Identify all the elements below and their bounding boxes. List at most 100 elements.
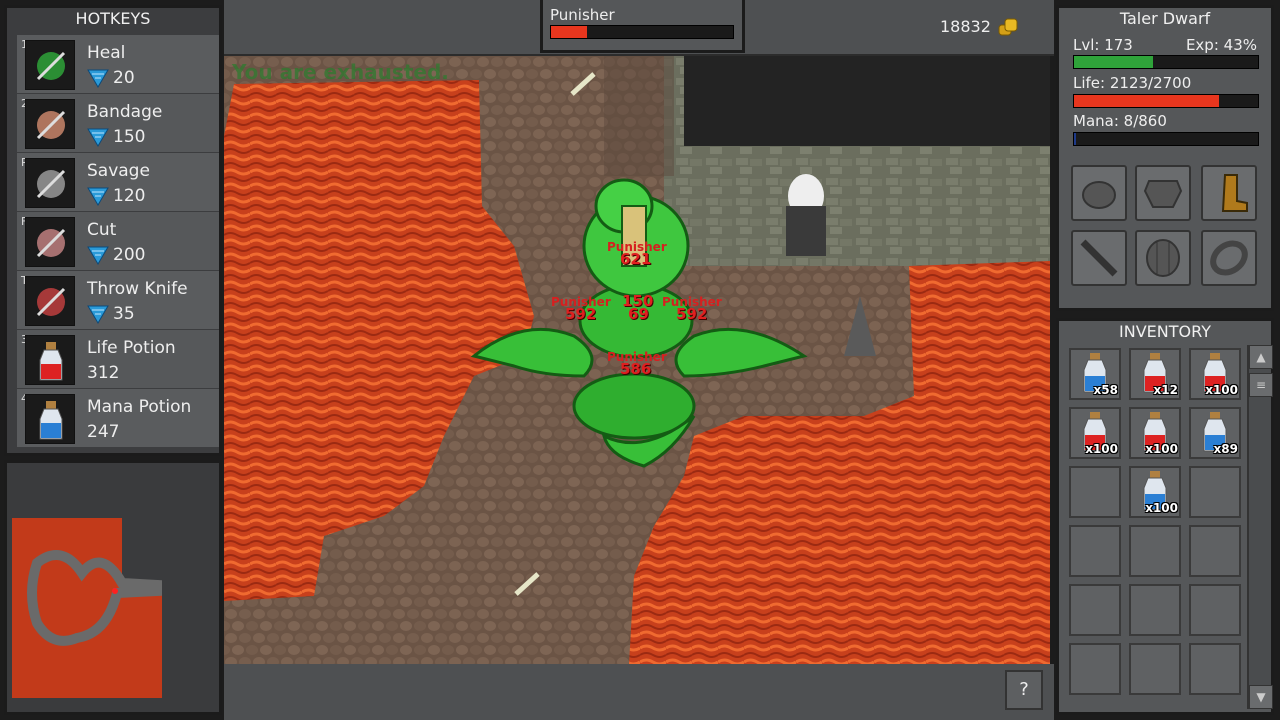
inventory-slot[interactable]: x12 bbox=[1129, 348, 1181, 400]
inventory-slot[interactable] bbox=[1129, 643, 1181, 695]
hotkeys-title: HOTKEYS bbox=[75, 9, 151, 28]
hotkey-cost-value: 120 bbox=[113, 186, 146, 206]
item-quantity: x58 bbox=[1093, 383, 1118, 397]
shield-slot[interactable] bbox=[1135, 230, 1191, 286]
minimap[interactable] bbox=[4, 460, 222, 715]
mana-gem-icon bbox=[87, 69, 109, 88]
hotkey-heal[interactable]: 1 Heal 20 bbox=[17, 35, 219, 94]
sword-icon bbox=[1080, 239, 1118, 277]
inventory-slot[interactable] bbox=[1189, 643, 1241, 695]
hotkey-cost: 120 bbox=[87, 186, 145, 206]
ring-icon bbox=[1210, 240, 1248, 276]
hotkey-cost-value: 35 bbox=[113, 304, 135, 324]
hotkey-label: Heal bbox=[87, 43, 126, 63]
life-bar bbox=[1073, 94, 1259, 108]
hotkey-cost-value: 150 bbox=[113, 127, 146, 147]
weapon-slot[interactable] bbox=[1071, 230, 1127, 286]
hotkey-label: Throw Knife bbox=[87, 279, 188, 299]
damage-number: 69 bbox=[628, 305, 649, 323]
life-bar-fill bbox=[1074, 95, 1219, 107]
armor-slot[interactable] bbox=[1135, 165, 1191, 221]
inventory-slot[interactable]: x100 bbox=[1189, 348, 1241, 400]
hotkeys-panel: HOTKEYS 1 Heal 20 2 Bandage 150 R Savage… bbox=[4, 5, 222, 456]
item-quantity: x12 bbox=[1153, 383, 1178, 397]
throw-knife-icon bbox=[25, 276, 75, 326]
mana-gem-icon bbox=[87, 187, 109, 206]
inventory-slot[interactable] bbox=[1069, 525, 1121, 577]
inventory-slot[interactable]: x100 bbox=[1129, 407, 1181, 459]
hotkey-throw-knife[interactable]: T Throw Knife 35 bbox=[17, 271, 219, 330]
hotkey-bandage[interactable]: 2 Bandage 150 bbox=[17, 94, 219, 153]
inventory-slot[interactable] bbox=[1129, 584, 1181, 636]
helmet-slot[interactable] bbox=[1071, 165, 1127, 221]
minimap-render bbox=[12, 518, 162, 698]
gold-amount: 18832 bbox=[940, 16, 991, 36]
target-frame[interactable]: Punisher bbox=[540, 0, 745, 53]
ring-slot[interactable] bbox=[1201, 230, 1257, 286]
inventory-slot[interactable]: x100 bbox=[1129, 466, 1181, 518]
item-quantity: x100 bbox=[1085, 442, 1118, 456]
hotkey-label: Cut bbox=[87, 220, 117, 240]
hotkey-label: Mana Potion bbox=[87, 397, 192, 417]
hotkey-cost: 20 bbox=[87, 68, 135, 88]
hotkey-mana-potion[interactable]: 4 Mana Potion 247 bbox=[17, 389, 219, 448]
item-quantity: x100 bbox=[1205, 383, 1238, 397]
item-quantity: x100 bbox=[1145, 501, 1178, 515]
help-button[interactable]: ? bbox=[1005, 670, 1043, 710]
inventory-slot[interactable] bbox=[1189, 466, 1241, 518]
hotkey-cost: 312 bbox=[87, 363, 119, 383]
inventory-slot[interactable]: x89 bbox=[1189, 407, 1241, 459]
hotkey-cost-value: 20 bbox=[113, 68, 135, 88]
scroll-down-button[interactable]: ▼ bbox=[1249, 685, 1273, 709]
bottom-bar bbox=[224, 664, 1054, 720]
gold-counter: 18832 bbox=[940, 15, 1019, 37]
inventory-slot[interactable] bbox=[1069, 643, 1121, 695]
damage-number: 592 bbox=[676, 305, 708, 323]
character-panel: Taler Dwarf Lvl: 173 Exp: 43% Life: 2123… bbox=[1056, 5, 1274, 311]
status-message: You are exhausted. bbox=[232, 60, 449, 84]
exp-label: Exp: 43% bbox=[1185, 36, 1257, 54]
shield-icon bbox=[1146, 239, 1180, 277]
inventory-slot[interactable] bbox=[1069, 584, 1121, 636]
inventory-slot[interactable]: x100 bbox=[1069, 407, 1121, 459]
scroll-thumb[interactable]: ≡ bbox=[1249, 373, 1273, 397]
hotkey-cost: 35 bbox=[87, 304, 135, 324]
boots-icon bbox=[1221, 174, 1248, 212]
hotkey-savage[interactable]: R Savage 120 bbox=[17, 153, 219, 212]
hotkey-cost-value: 312 bbox=[87, 363, 120, 383]
mana-bar bbox=[1073, 132, 1259, 146]
damage-number: 592 bbox=[565, 305, 597, 323]
mana-gem-icon bbox=[87, 305, 109, 324]
life-potion-icon bbox=[25, 335, 75, 385]
helmet-icon bbox=[1082, 181, 1116, 209]
boots-slot[interactable] bbox=[1201, 165, 1257, 221]
hotkey-label: Savage bbox=[87, 161, 150, 181]
heal-icon bbox=[25, 40, 75, 90]
life-label: Life: 2123/2700 bbox=[1073, 74, 1192, 92]
mana-gem-icon bbox=[87, 246, 109, 265]
target-name: Punisher bbox=[550, 6, 615, 24]
exp-bar bbox=[1073, 55, 1259, 69]
exp-bar-fill bbox=[1074, 56, 1154, 68]
item-quantity: x100 bbox=[1145, 442, 1178, 456]
bandage-icon bbox=[25, 99, 75, 149]
inventory-slot[interactable] bbox=[1189, 525, 1241, 577]
inventory-panel: INVENTORY x58 x12 x100 x100 x100 x89 x10… bbox=[1056, 318, 1274, 715]
savage-icon bbox=[25, 158, 75, 208]
hotkey-cost-value: 200 bbox=[113, 245, 146, 265]
gold-coins-icon bbox=[998, 18, 1018, 36]
inventory-scrollbar[interactable]: ▲ ≡ ▼ bbox=[1247, 345, 1273, 709]
inventory-slot[interactable] bbox=[1069, 466, 1121, 518]
armor-icon bbox=[1143, 180, 1183, 208]
hotkey-cut[interactable]: F Cut 200 bbox=[17, 212, 219, 271]
inventory-slot[interactable]: x58 bbox=[1069, 348, 1121, 400]
inventory-slot[interactable] bbox=[1129, 525, 1181, 577]
mana-potion-icon bbox=[25, 394, 75, 444]
level-label: Lvl: 173 bbox=[1073, 36, 1133, 54]
hotkey-cost-value: 247 bbox=[87, 422, 120, 442]
hotkey-cost: 150 bbox=[87, 127, 145, 147]
target-health-bar bbox=[550, 25, 734, 39]
hotkey-life-potion[interactable]: 3 Life Potion 312 bbox=[17, 330, 219, 389]
scroll-up-button[interactable]: ▲ bbox=[1249, 345, 1273, 369]
inventory-slot[interactable] bbox=[1189, 584, 1241, 636]
